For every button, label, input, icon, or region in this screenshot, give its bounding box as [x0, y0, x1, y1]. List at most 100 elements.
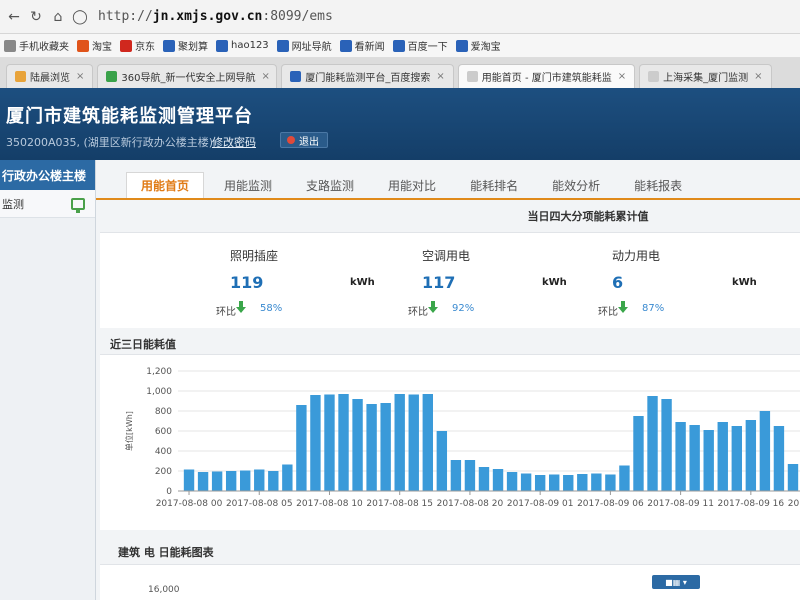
browser-tab[interactable]: 陆晨浏览 × [6, 64, 94, 88]
chart-bar [436, 431, 448, 491]
bookmark-item[interactable]: 手机收藏夹 [4, 38, 69, 53]
x-tick-label: 2017-08-08 10 [296, 499, 363, 509]
browser-tab-label: 上海采集_厦门监测 [663, 73, 749, 84]
chart-bar [338, 394, 349, 491]
chart2-section-title: 建筑 电 日能耗图表 [118, 546, 214, 559]
sidebar-header[interactable]: 行政办公楼主楼 [0, 160, 95, 190]
chart-section-title: 近三日能耗值 [110, 338, 176, 351]
chart-bar [661, 399, 672, 491]
back-icon[interactable]: ← [4, 7, 24, 27]
chart-bar [520, 473, 532, 491]
tab-module[interactable]: 用能首页 [126, 172, 205, 198]
browser-tab[interactable]: 上海采集_厦门监测 × [639, 64, 772, 88]
bookmark-label: 百度一下 [407, 42, 448, 53]
bookmarks-bar: 手机收藏夹 淘宝 京东 聚划算 hao123 网址导航 看新闻 百度一下 爱淘宝 [0, 34, 800, 58]
bookmark-favicon-icon [392, 39, 405, 52]
arrow-down-icon [618, 301, 628, 313]
summary-card-label: 空调用电 [422, 249, 471, 263]
chart-bar [211, 471, 223, 491]
refresh-icon[interactable]: ↻ [26, 7, 46, 27]
summary-card-ratio-label: 环比 [216, 307, 236, 318]
tab-module[interactable]: 能耗报表 [620, 172, 696, 198]
chart-bar [310, 395, 321, 491]
power-icon [287, 136, 295, 144]
browser-tab[interactable]: 用能首页 - 厦门市建筑能耗监 × [457, 64, 636, 88]
y-tick-label: 600 [155, 427, 172, 437]
logout-button[interactable]: 退出 [280, 132, 328, 148]
x-tick-label: 2017-08-09 06 [577, 499, 644, 509]
tab-close-icon[interactable]: × [436, 71, 444, 82]
bookmark-label: 网址导航 [291, 42, 332, 53]
building-subtitle: 350200A035, (湖里区新行政办公楼主楼) [6, 136, 214, 149]
bookmark-item[interactable]: 百度一下 [392, 38, 448, 53]
tab-close-icon[interactable]: × [618, 71, 626, 82]
x-tick-label: 2017-08-09 16 [718, 499, 785, 509]
tab-close-icon[interactable]: × [754, 71, 762, 82]
chart-type-dropdown[interactable]: ■▦ ▾ [652, 575, 700, 589]
bookmark-item[interactable]: 网址导航 [276, 38, 332, 53]
ie-globe-icon: ◯ [72, 8, 88, 25]
sidebar-item-monitor[interactable]: 监测 [0, 190, 95, 218]
bookmark-item[interactable]: 爱淘宝 [455, 38, 501, 53]
chart-bar [605, 474, 616, 491]
summary-card-ratio: 58% [260, 303, 283, 314]
x-tick-label: 2017-08-09 01 [507, 499, 574, 509]
chart-bar [352, 399, 363, 491]
main-content: 用能首页 用能监测 支路监测 用能对比 能耗排名 能效分析 能耗报表 当日四大分项能耗累计值… [96, 160, 800, 600]
chart-bar [422, 394, 433, 491]
chart-bar [268, 471, 279, 491]
chart-bar [380, 403, 391, 491]
bookmark-item[interactable]: 聚划算 [163, 38, 208, 53]
tab-module[interactable]: 支路监测 [292, 172, 368, 198]
browser-tab-label: 陆晨浏览 [30, 73, 70, 84]
bookmark-item[interactable]: hao123 [216, 39, 269, 52]
bookmark-label: 手机收藏夹 [19, 42, 69, 53]
chart-bar [675, 422, 686, 491]
address-bar[interactable]: http://jn.xmjs.gov.cn:8099/ems [98, 9, 333, 24]
bookmark-item[interactable]: 淘宝 [77, 38, 112, 53]
bookmark-favicon-icon [216, 39, 228, 52]
sidebar-item-label: 监测 [2, 197, 24, 211]
tab-module[interactable]: 能效分析 [538, 172, 614, 198]
chart-bar [731, 426, 742, 491]
chart-bar [759, 411, 771, 491]
summary-title: 当日四大分项能耗累计值 [527, 210, 649, 223]
y-tick-label: 1,000 [146, 387, 172, 397]
bookmark-label: 淘宝 [92, 42, 112, 53]
tab-module[interactable]: 用能对比 [374, 172, 450, 198]
bookmark-favicon-icon [4, 39, 16, 52]
energy-bar-chart: 0 200 400 600 800 1,000 1,200 单位[kWh] 2017-08-08… [124, 367, 800, 509]
chart-bar [577, 474, 588, 491]
bookmark-item[interactable]: 京东 [120, 38, 155, 53]
x-tick-label: 2017-08-09 21 [788, 499, 800, 509]
chart-bar [408, 394, 419, 491]
change-password-link[interactable]: 修改密码 [212, 134, 256, 150]
tab-module[interactable]: 能耗排名 [456, 172, 532, 198]
x-tick-label: 2017-08-09 11 [647, 499, 714, 509]
summary-card-unit: kWh [732, 277, 757, 288]
browser-tab[interactable]: 360导航_新一代安全上网导航 × [97, 64, 278, 88]
chart-bar [394, 394, 405, 491]
summary-card-unit: kWh [542, 277, 567, 288]
arrow-down-icon [428, 301, 438, 313]
tab-module[interactable]: 用能监测 [210, 172, 286, 198]
daily-chart-panel: 16,000 ■▦ ▾ [100, 564, 800, 600]
tab-favicon-icon [15, 71, 26, 82]
chart-bar [225, 471, 237, 491]
home-icon[interactable]: ⌂ [48, 7, 68, 27]
browser-tab[interactable]: 厦门能耗监测平台_百度搜索 × [281, 64, 454, 88]
chart-bar [296, 405, 307, 491]
tab-close-icon[interactable]: × [76, 71, 84, 82]
tab-favicon-icon [466, 71, 478, 82]
bookmark-label: 京东 [135, 42, 155, 53]
summary-card-value: 117 [422, 273, 456, 292]
monitor-icon [71, 197, 85, 213]
summary-card-ratio: 92% [452, 303, 475, 314]
bookmark-item[interactable]: 看新闻 [339, 38, 385, 53]
chart-bar [254, 469, 265, 491]
chart-bar [619, 465, 630, 491]
tab-close-icon[interactable]: × [261, 71, 269, 82]
chart-bar [534, 475, 546, 491]
app-title: 厦门市建筑能耗监测管理平台 [6, 106, 253, 127]
bookmark-favicon-icon [120, 39, 132, 52]
